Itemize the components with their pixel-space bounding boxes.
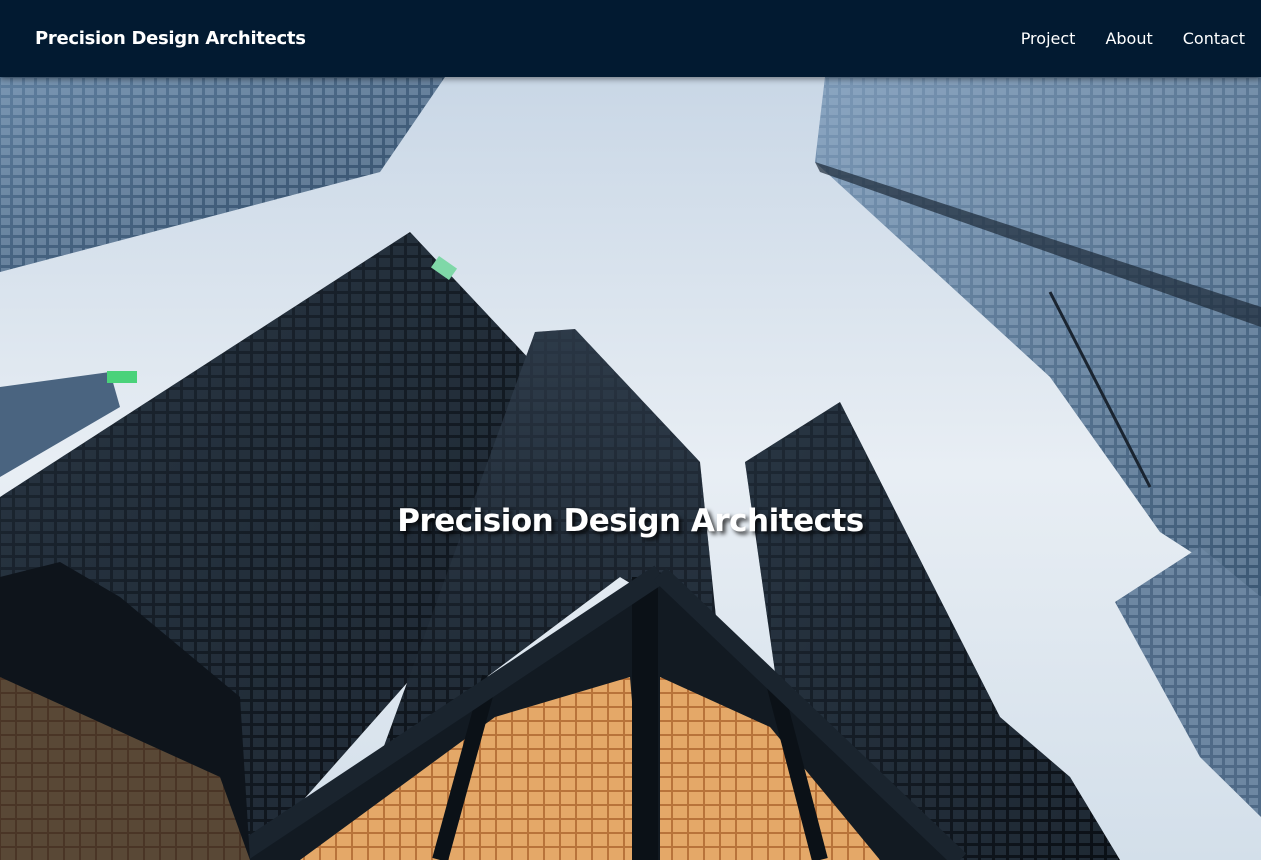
nav-link-project[interactable]: Project: [1021, 29, 1076, 48]
hero-background-image: [0, 77, 1261, 860]
nav-menu: Project About Contact: [1021, 29, 1245, 48]
hero-title: Precision Design Architects: [397, 502, 864, 539]
brand-logo-link[interactable]: Precision Design Architects: [35, 28, 306, 49]
nav-link-about[interactable]: About: [1105, 29, 1152, 48]
hero-section: Precision Design Architects: [0, 77, 1261, 860]
site-navbar: Precision Design Architects Project Abou…: [0, 0, 1261, 77]
nav-link-contact[interactable]: Contact: [1183, 29, 1245, 48]
